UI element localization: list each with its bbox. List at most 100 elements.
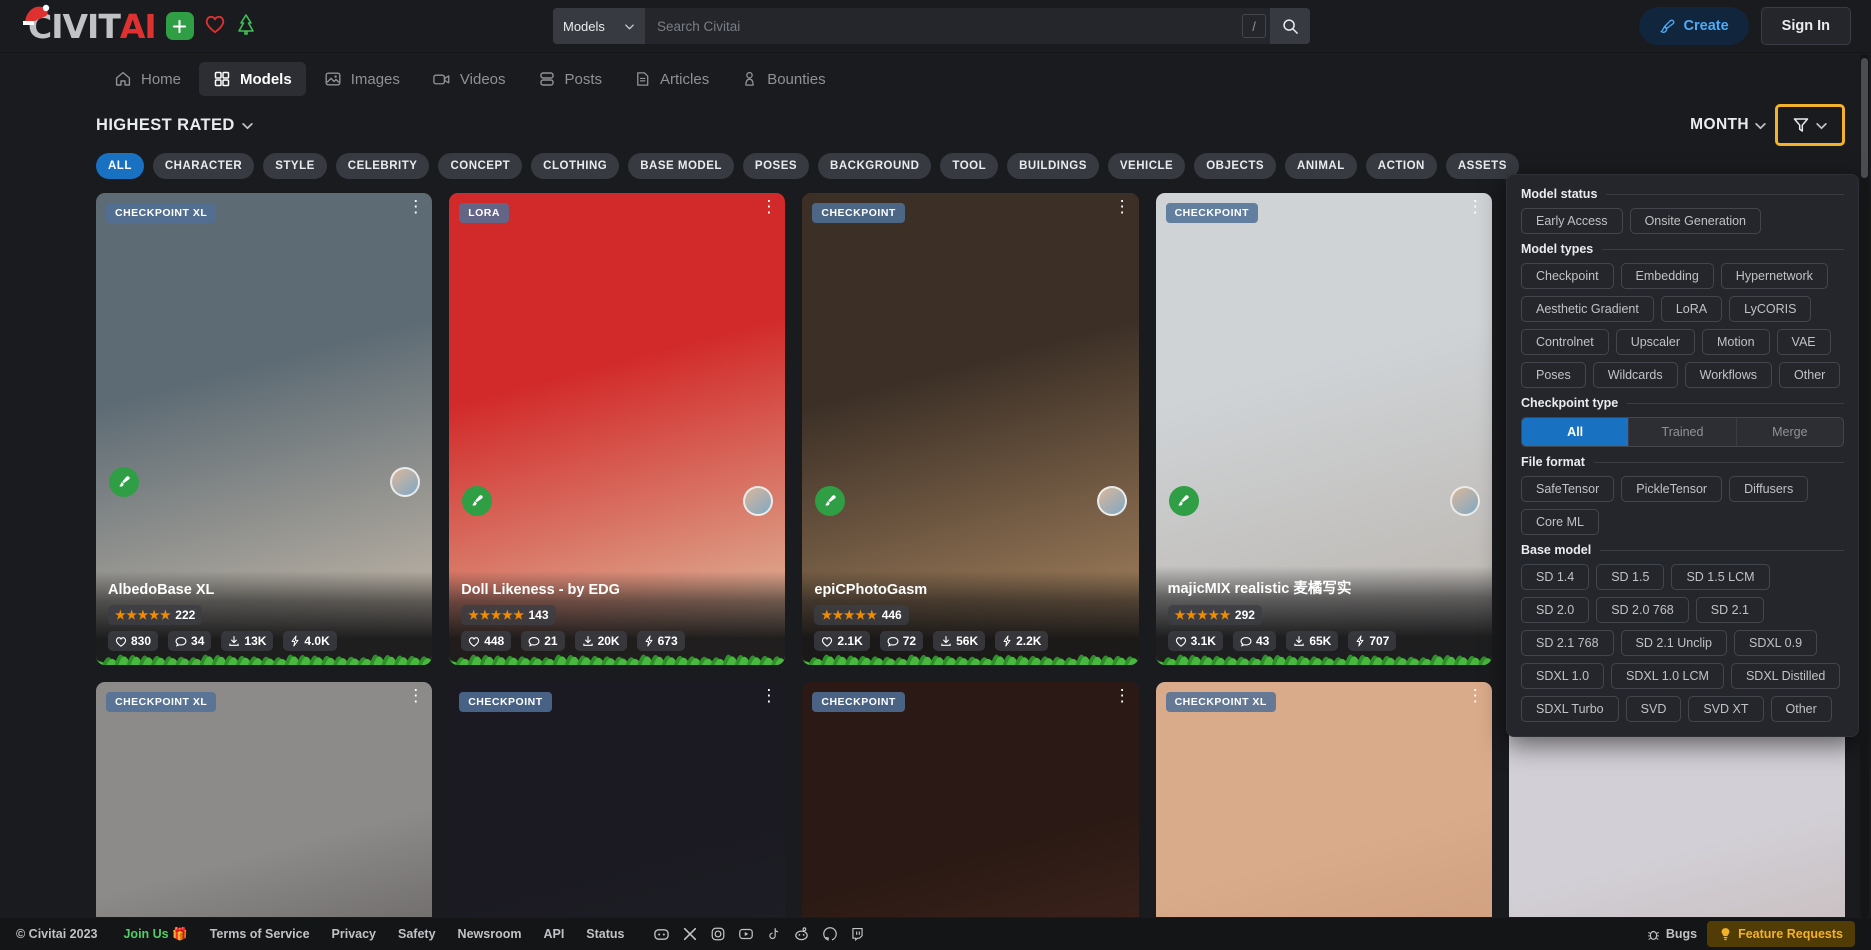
footer-join-us[interactable]: Join Us 🎁 [123, 927, 187, 942]
bugs-button[interactable]: Bugs [1647, 927, 1697, 941]
x-twitter-icon[interactable] [682, 926, 698, 942]
filter-chip-sd-1-5-lcm[interactable]: SD 1.5 LCM [1671, 564, 1770, 590]
filter-chip-sdxl-turbo[interactable]: SDXL Turbo [1521, 696, 1619, 722]
period-dropdown[interactable]: MONTH [1690, 116, 1767, 134]
filter-segment-merge[interactable]: Merge [1737, 418, 1843, 446]
onsite-generation-badge[interactable] [462, 485, 493, 516]
category-tag-base-model[interactable]: BASE MODEL [628, 153, 734, 179]
category-tag-concept[interactable]: CONCEPT [438, 153, 523, 179]
add-plus-button[interactable] [165, 12, 194, 40]
category-tag-character[interactable]: CHARACTER [152, 153, 255, 179]
category-tag-all[interactable]: ALL [96, 153, 144, 179]
filter-chip-onsite-generation[interactable]: Onsite Generation [1629, 208, 1762, 234]
filter-chip-wildcards[interactable]: Wildcards [1592, 362, 1678, 388]
filter-chip-pickletensor[interactable]: PickleTensor [1621, 476, 1723, 502]
card-menu-button[interactable]: ⋮ [1114, 198, 1131, 216]
heart-icon[interactable] [204, 14, 226, 38]
filter-chip-early-access[interactable]: Early Access [1521, 208, 1623, 234]
filter-chip-poses[interactable]: Poses [1521, 362, 1586, 388]
tiktok-icon[interactable] [766, 926, 781, 942]
footer-link-privacy[interactable]: Privacy [332, 927, 376, 941]
filter-chip-core-ml[interactable]: Core ML [1521, 509, 1599, 535]
model-card[interactable]: CHECKPOINT XL ⋮ AlbedoBase XL ★★★★★ 222 830 34… [96, 193, 433, 665]
footer-link-terms-of-service[interactable]: Terms of Service [210, 927, 310, 941]
civitai-logo[interactable]: CI VIT AI [23, 4, 256, 43]
youtube-icon[interactable] [738, 926, 754, 942]
filter-chip-sd-1-5[interactable]: SD 1.5 [1596, 564, 1665, 590]
footer-link-api[interactable]: API [543, 927, 564, 941]
filter-chip-sdxl-1-0[interactable]: SDXL 1.0 [1521, 663, 1605, 689]
filter-chip-workflows[interactable]: Workflows [1684, 362, 1773, 388]
nav-item-models[interactable]: Models [199, 62, 306, 96]
category-tag-buildings[interactable]: BUILDINGS [1007, 153, 1099, 179]
model-card[interactable]: CHECKPOINT ⋮ majicMIX realistic 麦橘写实 ★★★★★ 2… [1155, 193, 1492, 665]
category-tag-celebrity[interactable]: CELEBRITY [335, 153, 430, 179]
model-card[interactable]: CHECKPOINT ⋮ [449, 682, 786, 917]
filter-chip-vae[interactable]: VAE [1776, 329, 1831, 355]
filter-chip-sd-2-0-768[interactable]: SD 2.0 768 [1596, 597, 1689, 623]
filter-chip-upscaler[interactable]: Upscaler [1615, 329, 1696, 355]
feature-requests-button[interactable]: Feature Requests [1707, 921, 1855, 947]
github-icon[interactable] [822, 926, 838, 942]
avatar[interactable] [1449, 485, 1480, 516]
scrollbar-thumb[interactable] [1861, 58, 1868, 178]
category-tag-tool[interactable]: TOOL [940, 153, 999, 179]
onsite-generation-badge[interactable] [1168, 485, 1199, 516]
filter-chip-lycoris[interactable]: LyCORIS [1729, 296, 1812, 322]
filter-chip-sd-2-1-unclip[interactable]: SD 2.1 Unclip [1620, 630, 1727, 656]
filter-chip-sd-2-1[interactable]: SD 2.1 [1695, 597, 1764, 623]
avatar[interactable] [743, 485, 774, 516]
filter-chip-embedding[interactable]: Embedding [1620, 263, 1714, 289]
nav-item-bounties[interactable]: Bounties [727, 62, 839, 96]
footer-link-safety[interactable]: Safety [398, 927, 436, 941]
filter-chip-other[interactable]: Other [1770, 696, 1832, 722]
filter-segment-trained[interactable]: Trained [1629, 418, 1737, 446]
instagram-icon[interactable] [710, 926, 726, 942]
avatar[interactable] [1096, 485, 1127, 516]
discord-icon[interactable] [653, 926, 670, 943]
category-tag-action[interactable]: ACTION [1365, 153, 1437, 179]
search-scope-select[interactable]: Models [553, 8, 645, 44]
category-tag-style[interactable]: STYLE [263, 153, 327, 179]
model-card[interactable]: CHECKPOINT XL ⋮ [1155, 682, 1492, 917]
onsite-generation-badge[interactable] [815, 485, 846, 516]
filter-toggle-button[interactable] [1775, 104, 1845, 146]
search-submit-button[interactable] [1270, 8, 1310, 44]
filter-chip-sdxl-distilled[interactable]: SDXL Distilled [1730, 663, 1841, 689]
filter-chip-checkpoint[interactable]: Checkpoint [1521, 263, 1614, 289]
model-card[interactable]: CHECKPOINT ⋮ [802, 682, 1139, 917]
card-menu-button[interactable]: ⋮ [1467, 687, 1484, 705]
filter-chip-hypernetwork[interactable]: Hypernetwork [1720, 263, 1828, 289]
create-button[interactable]: Create [1638, 7, 1749, 45]
card-menu-button[interactable]: ⋮ [407, 198, 424, 216]
card-menu-button[interactable]: ⋮ [407, 687, 424, 705]
category-tag-clothing[interactable]: CLOTHING [531, 153, 620, 179]
filter-chip-safetensor[interactable]: SafeTensor [1521, 476, 1615, 502]
card-menu-button[interactable]: ⋮ [1114, 687, 1131, 705]
filter-chip-diffusers[interactable]: Diffusers [1729, 476, 1809, 502]
filter-chip-aesthetic-gradient[interactable]: Aesthetic Gradient [1521, 296, 1654, 322]
card-menu-button[interactable]: ⋮ [760, 198, 777, 216]
sort-dropdown[interactable]: HIGHEST RATED [96, 116, 254, 135]
card-menu-button[interactable]: ⋮ [760, 687, 777, 705]
twitch-icon[interactable] [850, 926, 865, 942]
christmas-tree-icon[interactable] [236, 13, 256, 39]
filter-chip-sd-2-0[interactable]: SD 2.0 [1521, 597, 1590, 623]
onsite-generation-badge[interactable] [109, 466, 139, 497]
nav-item-images[interactable]: Images [310, 62, 414, 96]
filter-chip-lora[interactable]: LoRA [1660, 296, 1723, 322]
model-card[interactable]: CHECKPOINT XL⋮RealCartoon XL [96, 682, 433, 917]
filter-segment-all[interactable]: All [1522, 418, 1630, 446]
category-tag-animal[interactable]: ANIMAL [1285, 153, 1357, 179]
sign-in-button[interactable]: Sign In [1760, 7, 1851, 45]
filter-chip-sd-1-4[interactable]: SD 1.4 [1521, 564, 1590, 590]
category-tag-poses[interactable]: POSES [742, 153, 810, 179]
filter-chip-svd[interactable]: SVD [1625, 696, 1682, 722]
filter-chip-sd-2-1-768[interactable]: SD 2.1 768 [1521, 630, 1614, 656]
model-card[interactable]: LORA ⋮ Doll Likeness - by EDG ★★★★★ 143 448 21… [449, 193, 786, 665]
filter-chip-other[interactable]: Other [1779, 362, 1841, 388]
avatar[interactable] [390, 466, 421, 497]
search-input[interactable] [645, 8, 1242, 44]
page-scrollbar[interactable] [1860, 54, 1869, 918]
nav-item-videos[interactable]: Videos [418, 62, 520, 96]
